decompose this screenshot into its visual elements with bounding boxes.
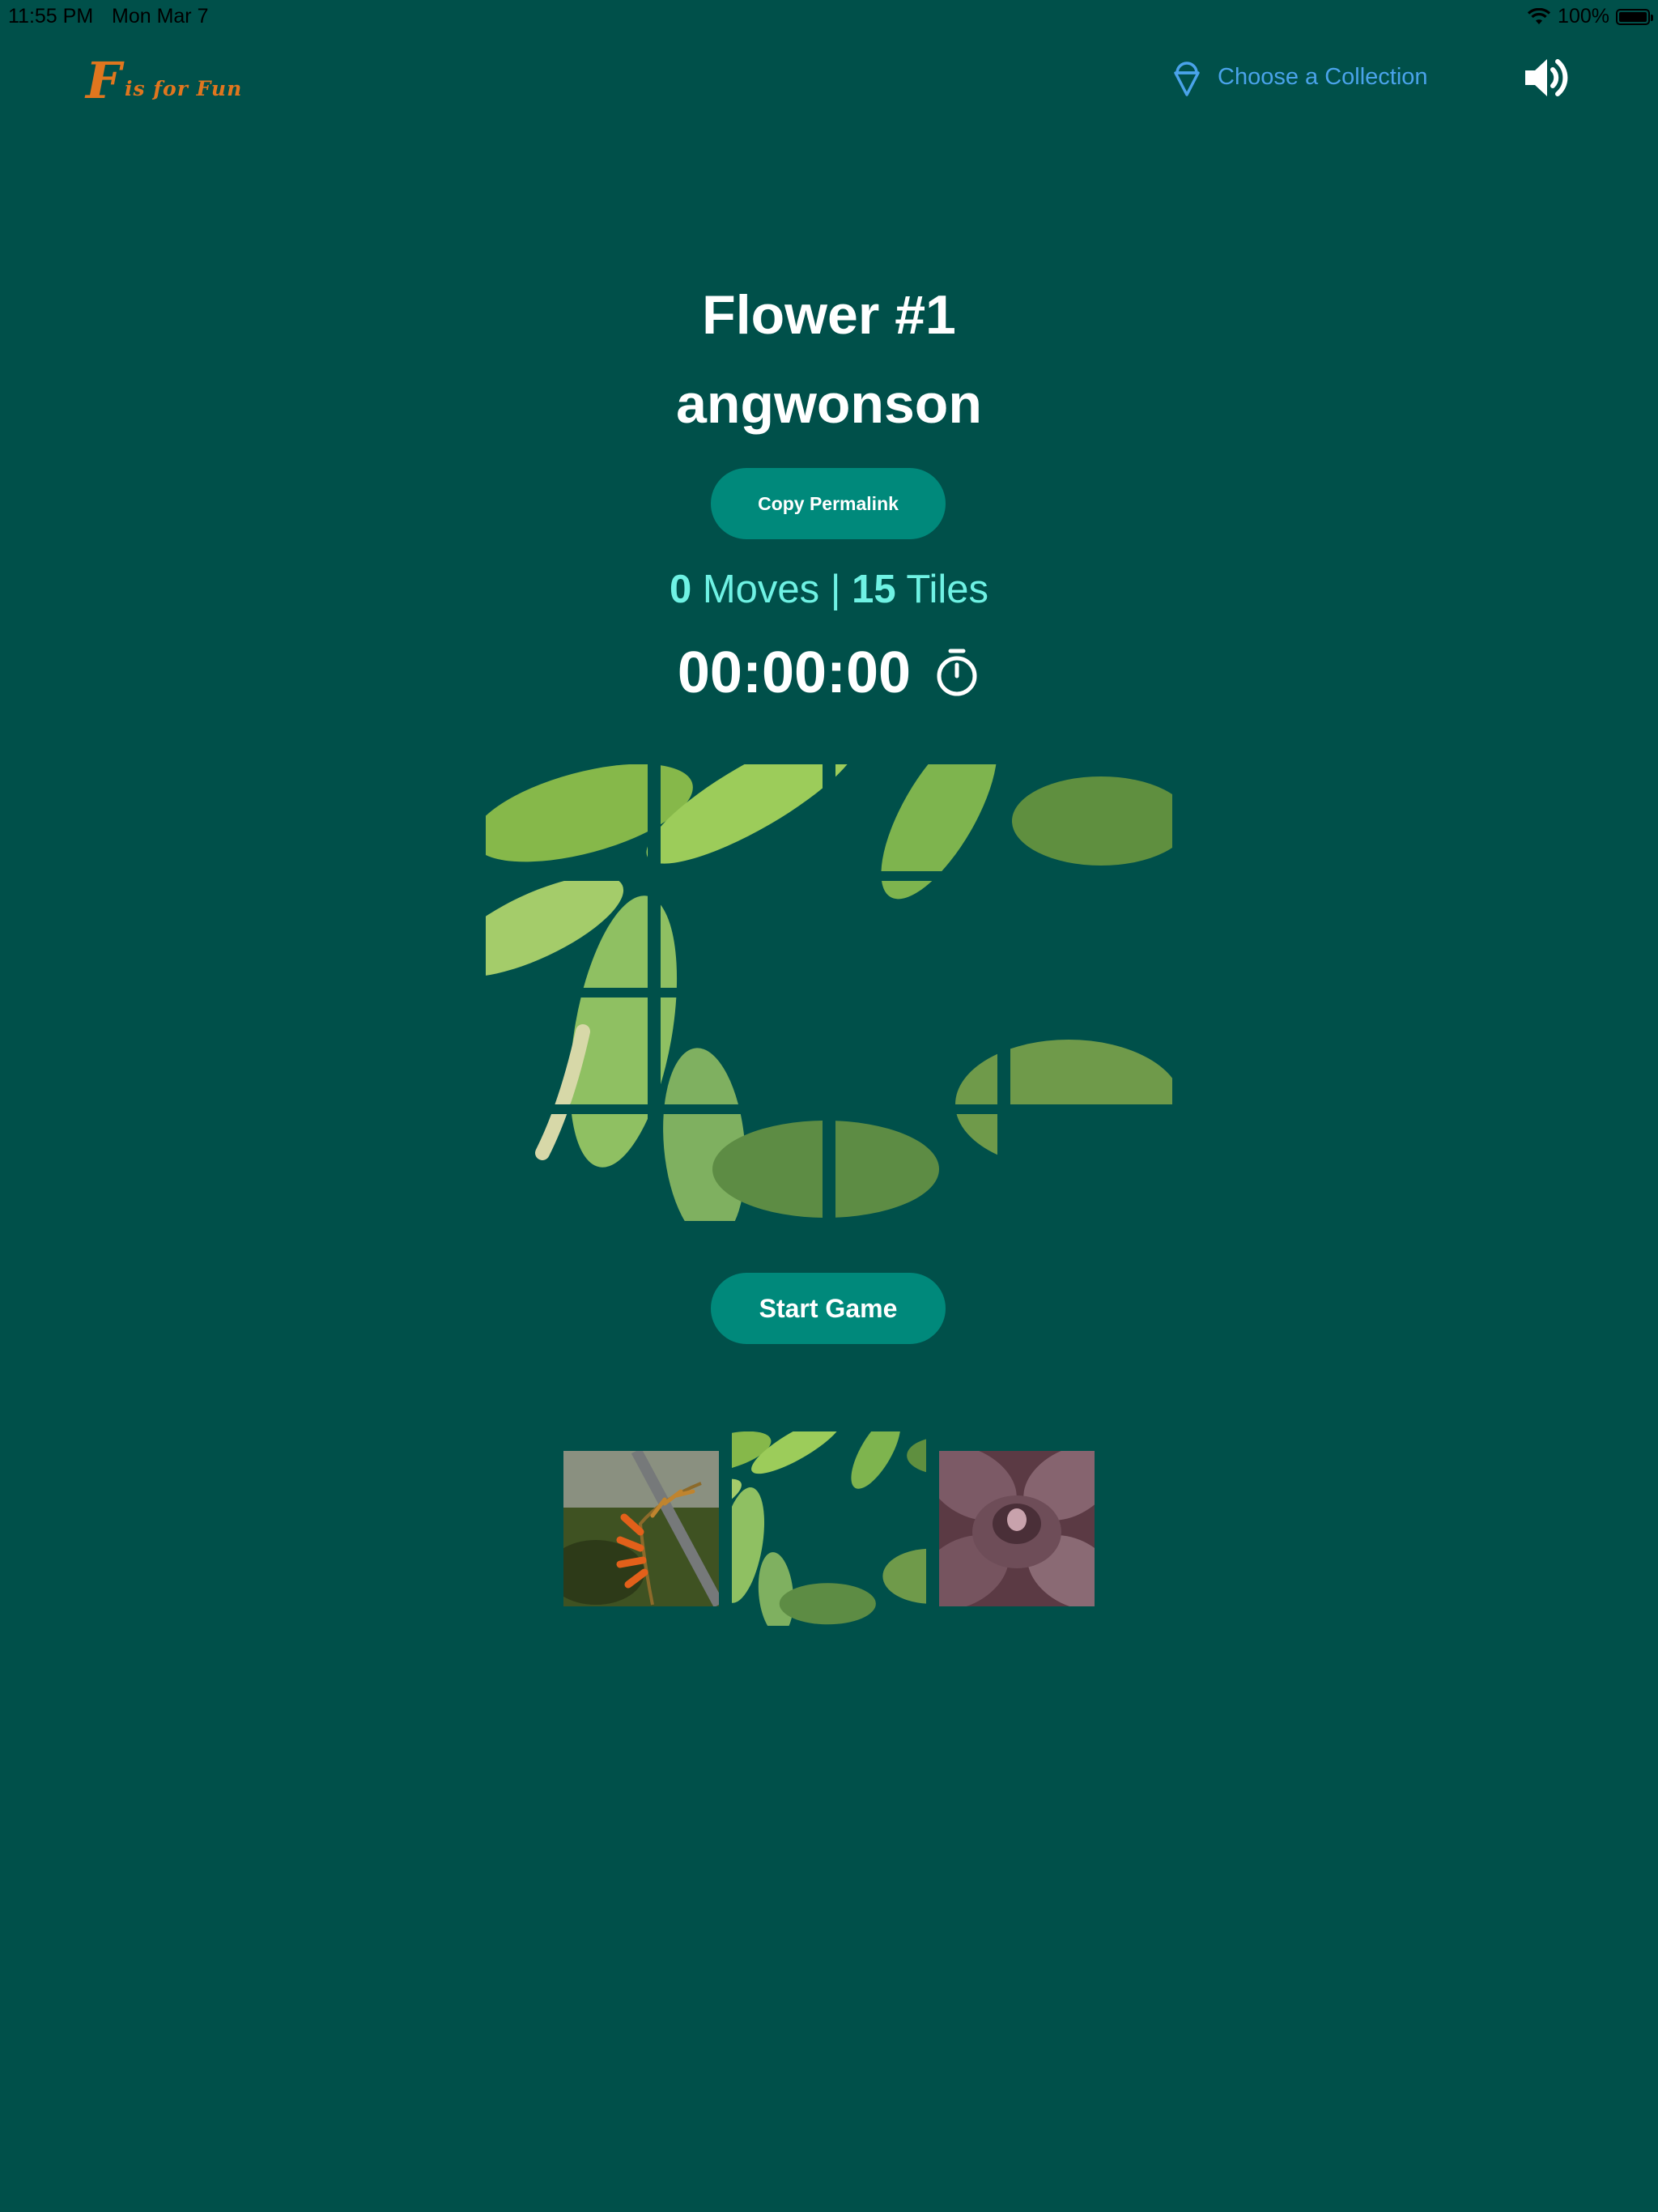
tile-image — [661, 998, 823, 1104]
choose-collection-button[interactable]: Choose a Collection — [1171, 57, 1428, 97]
move-tile-counter: 0 Moves | 15 Tiles — [0, 567, 1658, 612]
tile-image — [835, 881, 997, 988]
sound-toggle-button[interactable] — [1522, 55, 1571, 100]
puzzle-tile[interactable] — [835, 764, 997, 871]
logo-text: is for Fun — [125, 77, 243, 100]
status-time: 11:55 PM — [8, 5, 94, 28]
puzzle-tile[interactable] — [486, 881, 648, 988]
status-date: Mon Mar 7 — [112, 5, 209, 28]
wifi-icon — [1527, 7, 1551, 24]
speaker-volume-icon — [1525, 59, 1568, 96]
tile-image — [1010, 998, 1172, 1104]
choose-collection-label: Choose a Collection — [1218, 63, 1428, 90]
tile-image — [486, 998, 648, 1104]
stopwatch-icon — [937, 649, 977, 696]
tile-image — [661, 1114, 823, 1221]
thumbnail-orange-flower[interactable] — [563, 1451, 719, 1606]
tiles-count: 15 — [852, 568, 896, 611]
status-bar: 11:55 PM Mon Mar 7 100% — [0, 0, 1658, 32]
ice-cream-icon — [1174, 62, 1200, 96]
tile-image — [835, 998, 997, 1104]
tile-image — [835, 764, 997, 871]
status-indicators: 100% — [1527, 5, 1653, 28]
timer-value: 00:00:00 — [677, 640, 912, 705]
battery-icon — [1616, 8, 1653, 25]
puzzle-board — [486, 764, 1172, 1221]
puzzle-tile[interactable] — [835, 1114, 997, 1221]
puzzle-tile[interactable] — [486, 764, 648, 871]
tiles-label: Tiles — [906, 568, 989, 611]
tile-image — [1010, 764, 1172, 871]
app-logo[interactable]: F is for Fun — [86, 51, 243, 110]
puzzle-tile[interactable] — [661, 881, 823, 988]
moves-count: 0 — [669, 568, 692, 611]
copy-permalink-button[interactable]: Copy Permalink — [711, 468, 946, 539]
puzzle-tile[interactable] — [486, 998, 648, 1104]
tile-image — [661, 881, 823, 988]
puzzle-title: Flower #1 — [702, 284, 956, 346]
logo-initial: F — [86, 51, 122, 110]
puzzle-tile[interactable] — [1010, 998, 1172, 1104]
tile-image — [661, 764, 823, 871]
puzzle-tile[interactable] — [661, 1114, 823, 1221]
battery-percent: 100% — [1558, 5, 1609, 28]
thumbnail-succulent[interactable] — [939, 1451, 1095, 1606]
pink-flower-image — [732, 1431, 926, 1626]
start-game-button[interactable]: Start Game — [711, 1273, 946, 1344]
puzzle-tile[interactable] — [835, 998, 997, 1104]
puzzle-tile[interactable] — [661, 764, 823, 871]
puzzle-tile[interactable] — [1010, 881, 1172, 988]
puzzle-tile[interactable] — [1010, 764, 1172, 871]
tile-image — [486, 881, 648, 988]
tile-image — [1010, 881, 1172, 988]
puzzle-tile[interactable] — [486, 1114, 648, 1221]
orange-flower-image — [563, 1451, 719, 1606]
timer: 00:00:00 — [0, 640, 1658, 706]
counter-separator: | — [830, 568, 841, 611]
puzzle-author: angwonson — [676, 373, 982, 435]
tile-image — [835, 1114, 997, 1221]
tile-image — [486, 764, 648, 871]
puzzle-tile[interactable] — [661, 998, 823, 1104]
moves-label: Moves — [702, 568, 820, 611]
thumbnail-pink-flower[interactable] — [732, 1431, 926, 1626]
puzzle-tile[interactable] — [835, 881, 997, 988]
succulent-image — [939, 1451, 1095, 1606]
tile-image — [486, 1114, 648, 1221]
